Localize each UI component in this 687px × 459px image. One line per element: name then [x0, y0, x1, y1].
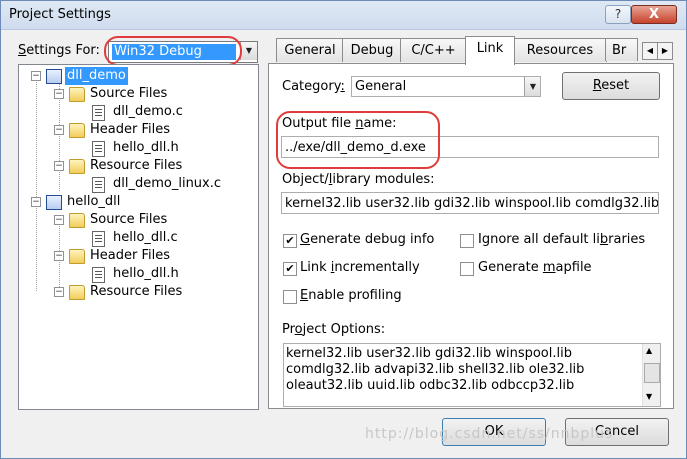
tree-item-label: hello_dll.c	[113, 230, 178, 245]
mapfile-label[interactable]: Generate mapfile	[478, 260, 592, 275]
tree-item-label: dll_demo	[65, 67, 128, 85]
link-incrementally-label[interactable]: Link incrementally	[300, 260, 420, 275]
tree-item-label: Source Files	[90, 86, 168, 101]
tree-item-folder[interactable]: − Source Files	[19, 211, 255, 229]
collapse-icon[interactable]: −	[54, 251, 64, 261]
chevron-down-icon[interactable]: ▼	[240, 42, 257, 60]
tree-item-folder[interactable]: − Source Files	[19, 85, 255, 103]
tree-item-file[interactable]: hello_dll.c	[19, 229, 255, 247]
chevron-down-icon[interactable]: ▼	[524, 77, 540, 96]
file-icon	[92, 231, 105, 247]
tree-item-label: hello_dll	[67, 194, 121, 209]
tree-item-label: Source Files	[90, 212, 168, 227]
tree-item-label: Header Files	[90, 122, 170, 137]
category-label: Category:	[282, 79, 345, 94]
modules-label: Object/library modules:	[282, 172, 435, 187]
file-icon	[92, 141, 105, 157]
tree-item-label: hello_dll.h	[113, 140, 179, 155]
chevron-left-icon[interactable]: ◀	[642, 42, 658, 60]
reset-button[interactable]: Reset	[562, 72, 660, 100]
tab-strip: General Debug C/C++ Link Resources Br ◀ …	[268, 36, 673, 65]
folder-icon	[69, 249, 85, 264]
tree-item-label: hello_dll.h	[113, 266, 179, 281]
profiling-checkbox[interactable]	[283, 290, 297, 304]
tree-item-label: Header Files	[90, 248, 170, 263]
mapfile-checkbox[interactable]	[460, 262, 474, 276]
project-tree[interactable]: − dll_demo − Source Files dll_demo.c − Header …	[18, 64, 259, 410]
tree-item-project[interactable]: − dll_demo	[19, 67, 255, 85]
tree-item-file[interactable]: hello_dll.h	[19, 265, 255, 283]
ignore-libs-label[interactable]: Ignore all default libraries	[478, 232, 645, 247]
tab-link[interactable]: Link	[465, 36, 515, 65]
tree-item-folder[interactable]: − Header Files	[19, 247, 255, 265]
scroll-thumb[interactable]	[644, 363, 660, 383]
tree-item-folder[interactable]: − Resource Files	[19, 157, 255, 175]
tab-debug[interactable]: Debug	[342, 38, 402, 62]
debug-info-checkbox[interactable]: ✔	[283, 234, 297, 248]
collapse-icon[interactable]: −	[54, 161, 64, 171]
category-dropdown[interactable]: General ▼	[351, 76, 541, 97]
project-options-textarea[interactable]: kernel32.lib user32.lib gdi32.lib winspo…	[283, 343, 661, 407]
folder-icon	[69, 285, 85, 300]
window-title: Project Settings	[9, 7, 111, 22]
folder-icon	[69, 123, 85, 138]
collapse-icon[interactable]: −	[31, 197, 41, 207]
annotation-oval-settings	[104, 36, 242, 66]
close-button[interactable]: X	[631, 5, 677, 24]
tree-item-file[interactable]: dll_demo.c	[19, 103, 255, 121]
annotation-oval-output	[276, 111, 440, 169]
link-incrementally-checkbox[interactable]: ✔	[283, 262, 297, 276]
collapse-icon[interactable]: −	[54, 215, 64, 225]
tree-item-file[interactable]: hello_dll.h	[19, 139, 255, 157]
tab-resources[interactable]: Resources	[513, 38, 607, 62]
tree-item-label: dll_demo_linux.c	[113, 176, 222, 191]
collapse-icon[interactable]: −	[54, 287, 64, 297]
help-button[interactable]: ?	[605, 5, 631, 24]
ignore-libs-checkbox[interactable]	[460, 234, 474, 248]
project-options-label: Project Options:	[282, 322, 386, 337]
collapse-icon[interactable]: −	[54, 89, 64, 99]
scroll-up-icon[interactable]: ▲	[646, 346, 652, 355]
tab-cpp[interactable]: C/C++	[400, 38, 467, 62]
tree-item-label: Resource Files	[90, 158, 183, 173]
title-bar[interactable]: Project Settings ? X	[1, 1, 686, 30]
folder-icon	[69, 213, 85, 228]
folder-icon	[69, 159, 85, 174]
modules-input[interactable]: kernel32.lib user32.lib gdi32.lib winspo…	[281, 192, 659, 214]
debug-info-label[interactable]: Generate debug info	[300, 232, 434, 247]
tree-item-folder[interactable]: − Resource Files	[19, 283, 255, 301]
folder-icon	[69, 87, 85, 102]
category-value: General	[355, 79, 407, 94]
collapse-icon[interactable]: −	[31, 71, 41, 81]
collapse-icon[interactable]: −	[54, 125, 64, 135]
scroll-down-icon[interactable]: ▼	[646, 392, 652, 401]
tree-item-label: Resource Files	[90, 284, 183, 299]
project-icon	[46, 195, 62, 210]
tree-item-project[interactable]: − hello_dll	[19, 193, 255, 211]
file-icon	[92, 105, 105, 121]
chevron-right-icon[interactable]: ▶	[657, 42, 673, 60]
tab-general[interactable]: General	[276, 38, 344, 62]
profiling-label[interactable]: Enable profiling	[300, 288, 402, 303]
project-icon	[46, 69, 62, 84]
file-icon	[92, 177, 105, 193]
tree-item-folder[interactable]: − Header Files	[19, 121, 255, 139]
project-options-text: kernel32.lib user32.lib gdi32.lib winspo…	[286, 346, 585, 393]
tree-item-label: dll_demo.c	[113, 104, 183, 119]
tree-item-file[interactable]: dll_demo_linux.c	[19, 175, 255, 193]
tab-browse[interactable]: Br	[605, 38, 638, 61]
file-icon	[92, 267, 105, 283]
options-scrollbar[interactable]: ▲ ▼	[642, 344, 660, 406]
settings-for-label: Settings For:	[18, 43, 100, 58]
watermark: http://blog.csdn.net/ss/nnbplus	[365, 426, 614, 442]
